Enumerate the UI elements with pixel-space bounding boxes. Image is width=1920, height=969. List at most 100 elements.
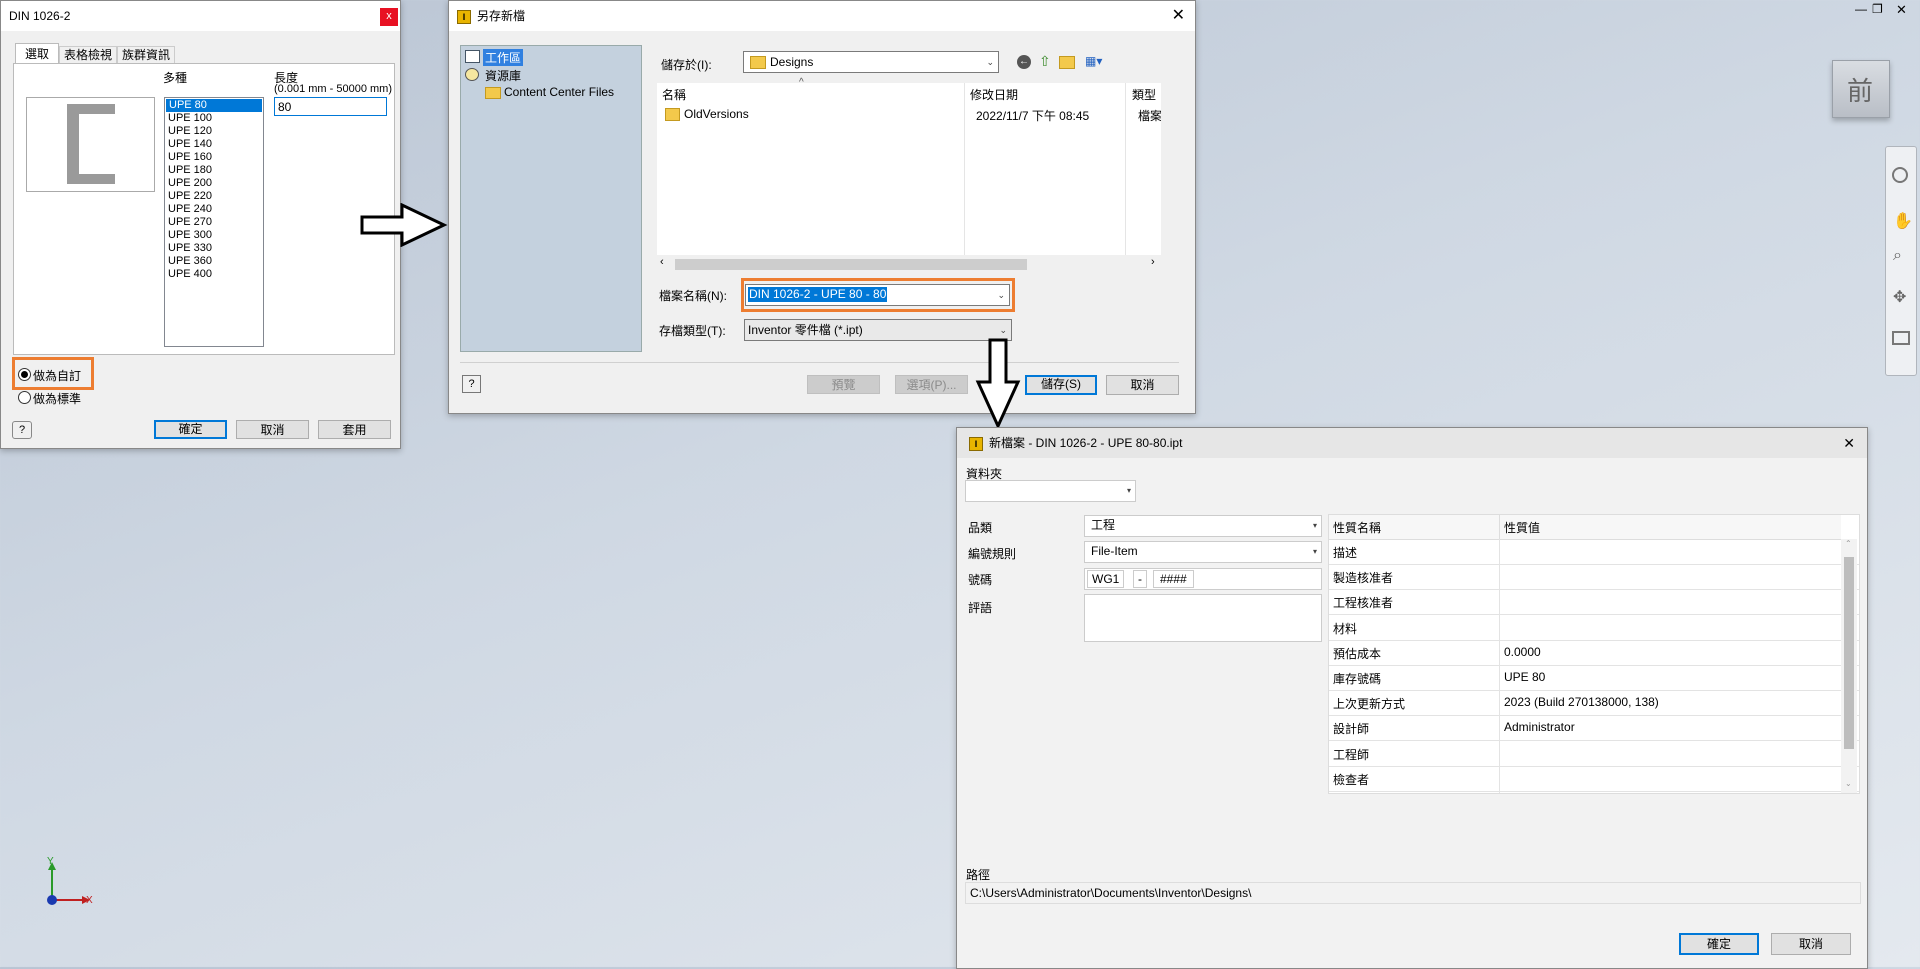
- axis-y-label: Y: [47, 856, 54, 867]
- size-list-item[interactable]: UPE 160: [165, 151, 263, 164]
- file-row[interactable]: OldVersions 2022/11/7 下午 08:45 檔案資: [657, 105, 1161, 123]
- category-dropdown[interactable]: 工程 ▾: [1084, 515, 1322, 537]
- property-row[interactable]: 設計師 Administrator: [1329, 715, 1859, 742]
- pan-icon[interactable]: ✋: [1893, 211, 1913, 231]
- save-button[interactable]: 儲存(S): [1025, 375, 1097, 395]
- column-name[interactable]: 名稱: [662, 86, 686, 103]
- size-list-item[interactable]: UPE 220: [165, 190, 263, 203]
- close-button[interactable]: x: [380, 8, 398, 26]
- number-field[interactable]: WG1 - ####: [1084, 568, 1322, 590]
- steering-wheel-icon[interactable]: [1892, 167, 1908, 183]
- new-file-titlebar: I 新檔案 - DIN 1026-2 - UPE 80-80.ipt ✕: [957, 428, 1867, 458]
- tab-family-info[interactable]: 族群資訊: [117, 46, 175, 64]
- property-row[interactable]: 描述: [1329, 539, 1859, 565]
- up-folder-icon[interactable]: ⇧: [1039, 54, 1053, 68]
- scroll-down-icon[interactable]: ⌄: [1845, 779, 1852, 788]
- size-list-item[interactable]: UPE 360: [165, 255, 263, 268]
- horizontal-scrollbar[interactable]: ‹ ›: [657, 256, 1161, 272]
- options-button[interactable]: 選項(P)...: [895, 375, 968, 394]
- minimize-icon[interactable]: —: [1855, 2, 1867, 16]
- close-icon[interactable]: ✕: [1896, 2, 1907, 18]
- size-list-item[interactable]: UPE 80: [166, 99, 262, 112]
- size-list-item[interactable]: UPE 200: [165, 177, 263, 190]
- size-list-item[interactable]: UPE 120: [165, 125, 263, 138]
- scroll-thumb[interactable]: [1844, 557, 1854, 749]
- din-dialog-titlebar: DIN 1026-2 x: [1, 1, 400, 31]
- chevron-down-icon: ⌄: [986, 57, 994, 67]
- save-as-title: 另存新檔: [477, 9, 526, 23]
- property-name: 工程師: [1333, 747, 1370, 762]
- vertical-scrollbar[interactable]: ⌃ ⌄: [1841, 539, 1857, 793]
- preview-button[interactable]: 預覽: [807, 375, 880, 394]
- new-folder-icon[interactable]: [1059, 56, 1075, 69]
- cancel-button[interactable]: 取消: [1106, 375, 1179, 395]
- cancel-button[interactable]: 取消: [1771, 933, 1851, 955]
- library-icon: [465, 68, 479, 81]
- size-list-item[interactable]: UPE 330: [165, 242, 263, 255]
- property-row[interactable]: 工程師: [1329, 740, 1859, 767]
- size-list-item[interactable]: UPE 240: [165, 203, 263, 216]
- cancel-button[interactable]: 取消: [236, 420, 309, 439]
- restore-icon[interactable]: ❐: [1872, 2, 1883, 16]
- filename-input[interactable]: DIN 1026-2 - UPE 80 - 80 ⌄: [745, 284, 1010, 306]
- ok-button[interactable]: 確定: [154, 420, 227, 439]
- folder-icon: [665, 108, 680, 121]
- filename-label: 檔案名稱(N):: [659, 289, 727, 303]
- close-icon[interactable]: ✕: [1843, 428, 1855, 458]
- view-menu-icon[interactable]: ▦▾: [1085, 54, 1107, 68]
- property-header: 性質名稱 性質值: [1329, 515, 1841, 540]
- prop-name-header: 性質名稱: [1333, 521, 1382, 535]
- sort-indicator-icon: ^: [799, 77, 804, 88]
- help-icon[interactable]: ?: [462, 375, 481, 393]
- size-list[interactable]: UPE 80 UPE 100 UPE 120 UPE 140 UPE 160 UPE 18…: [164, 97, 264, 347]
- size-list-item[interactable]: UPE 300: [165, 229, 263, 242]
- viewcube[interactable]: 前: [1832, 60, 1890, 118]
- property-row[interactable]: 製造核准者: [1329, 564, 1859, 591]
- size-list-item[interactable]: UPE 100: [165, 112, 263, 125]
- property-row[interactable]: 材料▾: [1329, 614, 1859, 641]
- back-icon[interactable]: ←: [1017, 55, 1031, 69]
- look-at-icon[interactable]: [1892, 331, 1910, 345]
- property-value[interactable]: 2023 (Build 270138000, 138): [1504, 695, 1659, 709]
- numbering-label: 編號規則: [968, 547, 1017, 561]
- tab-table-view[interactable]: 表格檢視: [59, 46, 117, 64]
- chevron-down-icon: ⌄: [999, 325, 1007, 335]
- apply-button[interactable]: 套用: [318, 420, 391, 439]
- zoom-icon[interactable]: ⌕: [1893, 247, 1902, 265]
- column-modified[interactable]: 修改日期: [970, 86, 1018, 103]
- orbit-icon[interactable]: ✥: [1893, 287, 1906, 307]
- column-type[interactable]: 類型: [1132, 86, 1156, 103]
- numbering-dropdown[interactable]: File-Item ▾: [1084, 541, 1322, 563]
- property-row[interactable]: 檢查者: [1329, 765, 1859, 792]
- save-as-dialog: I 另存新檔 ✕ 工作區 資源庫 Content Center Files 儲存…: [448, 0, 1196, 414]
- property-value[interactable]: Administrator: [1504, 720, 1575, 734]
- scroll-up-icon[interactable]: ⌃: [1845, 539, 1852, 548]
- size-list-item[interactable]: UPE 180: [165, 164, 263, 177]
- scroll-left-icon[interactable]: ‹: [660, 256, 664, 268]
- property-row[interactable]: 上次更新方式 2023 (Build 270138000, 138): [1329, 690, 1859, 717]
- filetype-dropdown[interactable]: Inventor 零件檔 (*.ipt) ⌄: [744, 319, 1012, 341]
- property-row[interactable]: 作者Administrator: [1329, 791, 1859, 793]
- property-row[interactable]: 預估成本 0.0000: [1329, 639, 1859, 666]
- close-icon[interactable]: ✕: [1172, 1, 1185, 31]
- scroll-right-icon[interactable]: ›: [1151, 256, 1155, 268]
- comment-textarea[interactable]: [1084, 594, 1322, 642]
- size-list-item[interactable]: UPE 140: [165, 138, 263, 151]
- scroll-thumb[interactable]: [675, 259, 1027, 270]
- tab-select[interactable]: 選取: [15, 43, 59, 64]
- property-row[interactable]: 工程核准者: [1329, 589, 1859, 616]
- folder-icon: [750, 56, 766, 69]
- save-in-dropdown[interactable]: Designs ⌄: [743, 51, 999, 73]
- length-input[interactable]: 80: [274, 97, 387, 116]
- file-list: 名稱 ^ 修改日期 類型 OldVersions 2022/11/7 下午 08…: [657, 77, 1161, 255]
- category-label: 品類: [968, 521, 993, 535]
- folder-dropdown[interactable]: ▾: [965, 480, 1136, 502]
- property-value[interactable]: UPE 80: [1504, 670, 1545, 684]
- property-value[interactable]: 0.0000: [1504, 645, 1541, 659]
- property-row[interactable]: 庫存號碼 UPE 80: [1329, 665, 1859, 691]
- help-icon[interactable]: ?: [12, 421, 32, 439]
- property-name: 製造核准者: [1333, 571, 1394, 586]
- size-list-item[interactable]: UPE 400: [165, 268, 263, 281]
- ok-button[interactable]: 確定: [1679, 933, 1759, 955]
- size-list-item[interactable]: UPE 270: [165, 216, 263, 229]
